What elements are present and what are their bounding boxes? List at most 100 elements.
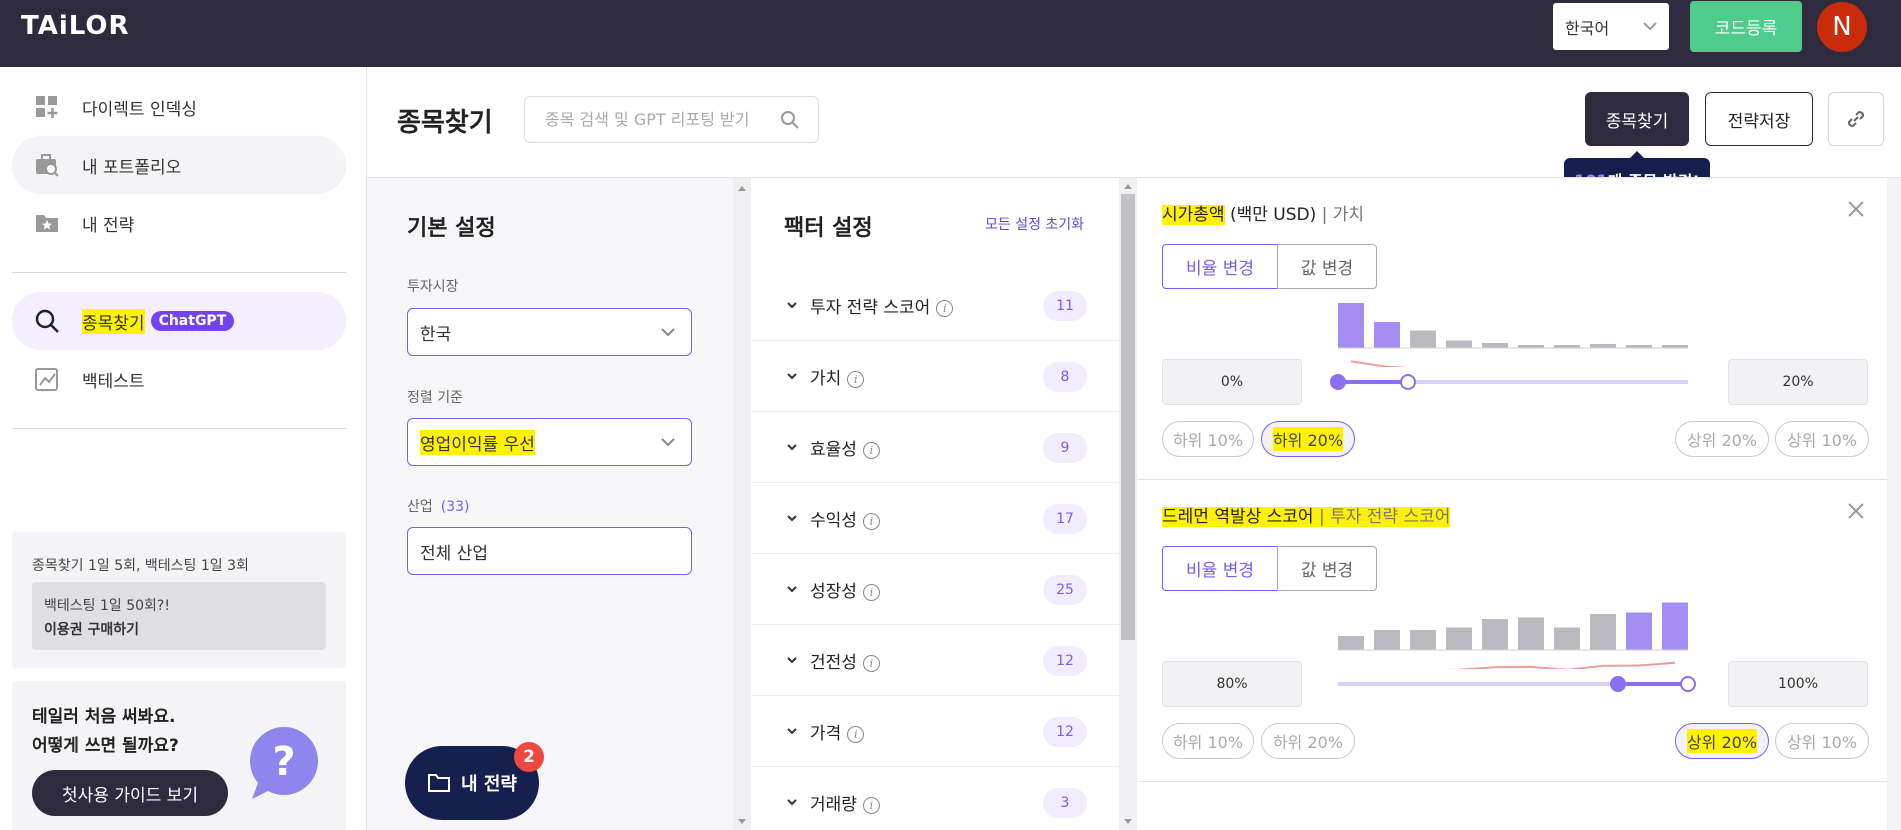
chevron-down-icon	[787, 799, 797, 806]
min-value-box[interactable]: 80%	[1162, 661, 1302, 707]
share-link-button[interactable]	[1828, 92, 1884, 146]
top-bar: TAiLOR 한국어 코드등록 N	[0, 0, 1901, 67]
factor-count: 3	[1043, 788, 1087, 818]
factor-row[interactable]: 성장성 i 25	[752, 554, 1119, 625]
factor-name: 가격	[810, 724, 842, 744]
sidebar-item-direct-indexing[interactable]: 다이렉트 인덱싱	[12, 78, 346, 136]
range-slider[interactable]	[1328, 676, 1698, 692]
logo[interactable]: TAiLOR	[21, 11, 130, 41]
bottom-10-chip[interactable]: 하위 10%	[1162, 421, 1254, 457]
industry-select[interactable]: 전체 산업	[407, 527, 692, 575]
bottom-20-chip[interactable]: 하위 20%	[1261, 421, 1355, 457]
factor-row[interactable]: 효율성 i 9	[752, 412, 1119, 483]
top-10-chip[interactable]: 상위 10%	[1775, 723, 1869, 759]
max-value-box[interactable]: 100%	[1728, 661, 1868, 707]
search-input[interactable]	[545, 110, 765, 129]
basic-scrollbar[interactable]	[733, 178, 751, 830]
bottom-10-chip[interactable]: 하위 10%	[1162, 723, 1254, 759]
histogram-bar	[1338, 303, 1364, 348]
cards-scrollbar[interactable]	[1887, 178, 1901, 830]
avatar[interactable]: N	[1817, 2, 1867, 52]
max-value-box[interactable]: 20%	[1728, 359, 1868, 405]
factor-row[interactable]: 가격 i 12	[752, 696, 1119, 767]
language-select[interactable]: 한국어	[1553, 3, 1669, 50]
chevron-down-icon	[787, 302, 797, 309]
scroll-up-icon[interactable]	[733, 182, 751, 194]
histogram-bar	[1554, 627, 1580, 650]
close-icon[interactable]	[1847, 502, 1865, 520]
slider-handle-high[interactable]	[1400, 374, 1416, 390]
sidebar-item-stock-finder[interactable]: 종목찾기 ChatGPT	[12, 292, 346, 350]
language-value: 한국어	[1565, 18, 1610, 38]
buy-pass-link[interactable]: 이용권 구매하기	[44, 622, 139, 638]
min-value-box[interactable]: 0%	[1162, 359, 1302, 405]
factor-name: 건전성	[810, 653, 857, 673]
info-icon[interactable]: i	[862, 654, 880, 672]
scroll-down-icon[interactable]	[733, 816, 751, 828]
slider-handle-high[interactable]	[1680, 676, 1696, 692]
slider-handle-low[interactable]	[1330, 374, 1346, 390]
info-icon[interactable]: i	[847, 370, 865, 388]
search-icon[interactable]	[780, 110, 800, 130]
industry-value: 전체 산업	[420, 543, 488, 564]
chevron-down-icon	[661, 438, 675, 447]
my-strategy-label: 내 전략	[461, 774, 517, 795]
sort-select[interactable]: 영업이익률 우선	[407, 418, 692, 466]
question-bubble-icon: ?	[250, 727, 318, 799]
slider-handle-low[interactable]	[1610, 676, 1626, 692]
info-icon[interactable]: i	[862, 441, 880, 459]
link-icon	[1847, 110, 1865, 128]
factor-name: 거래량	[810, 795, 857, 815]
sidebar-item-my-strategy[interactable]: 내 전략	[12, 194, 346, 252]
first-use-guide-button[interactable]: 첫사용 가이드 보기	[32, 770, 228, 816]
reset-all-link[interactable]: 모든 설정 초기화	[985, 214, 1084, 234]
basic-settings-panel: 기본 설정 투자시장 한국 정렬 기준 영업이익률 우선 산업 (33) 전체 산…	[367, 178, 733, 830]
factor-row[interactable]: 건전성 i 12	[752, 625, 1119, 696]
factor-row[interactable]: 수익성 i 17	[752, 483, 1119, 554]
ratio-change-button[interactable]: 비율 변경	[1162, 244, 1278, 289]
info-icon[interactable]: i	[862, 583, 880, 601]
register-code-button[interactable]: 코드등록	[1690, 1, 1802, 52]
sidebar-item-backtest[interactable]: 백테스트	[12, 350, 346, 408]
top-20-chip[interactable]: 상위 20%	[1675, 421, 1769, 457]
market-select[interactable]: 한국	[407, 308, 692, 356]
factor-scrollbar[interactable]	[1119, 178, 1137, 830]
chip-label: 상위 10%	[1786, 431, 1858, 450]
sidebar-item-label: 백테스트	[82, 371, 145, 392]
chevron-down-icon	[787, 728, 797, 735]
scroll-down-icon[interactable]	[1119, 816, 1137, 828]
histogram-bar	[1626, 612, 1652, 650]
info-icon[interactable]: i	[847, 725, 865, 743]
chip-label: 하위 20%	[1272, 733, 1344, 752]
histogram-bar	[1590, 344, 1616, 348]
search-box[interactable]	[524, 96, 819, 143]
sidebar-item-label: 종목찾기	[82, 308, 145, 334]
save-strategy-button[interactable]: 전략저장	[1705, 92, 1813, 146]
factor-row[interactable]: 투자 전략 스코어 i 11	[752, 270, 1119, 341]
factor-row[interactable]: 거래량 i 3	[752, 767, 1119, 830]
chip-label: 하위 20%	[1272, 427, 1344, 451]
divider	[12, 428, 346, 429]
ratio-change-button[interactable]: 비율 변경	[1162, 546, 1278, 591]
factor-row[interactable]: 가치 i 8	[752, 341, 1119, 412]
card-title-sub: | 투자 전략 스코어	[1313, 507, 1451, 527]
chip-label: 하위 10%	[1172, 431, 1244, 450]
scroll-up-icon[interactable]	[1119, 180, 1137, 192]
top-20-chip[interactable]: 상위 20%	[1675, 723, 1769, 759]
info-icon[interactable]: i	[936, 299, 954, 317]
close-icon[interactable]	[1847, 200, 1865, 218]
info-icon[interactable]: i	[862, 796, 880, 814]
svg-text:?: ?	[272, 739, 295, 785]
info-icon[interactable]: i	[862, 512, 880, 530]
factor-count: 25	[1043, 575, 1087, 605]
scroll-thumb[interactable]	[1121, 194, 1135, 640]
bottom-20-chip[interactable]: 하위 20%	[1261, 723, 1355, 759]
range-slider[interactable]	[1328, 374, 1698, 390]
upgrade-promo[interactable]: 백테스팅 1일 50회?! 이용권 구매하기	[32, 582, 326, 650]
find-stocks-button[interactable]: 종목찾기	[1585, 92, 1689, 146]
top-10-chip[interactable]: 상위 10%	[1775, 421, 1869, 457]
sidebar-item-my-portfolio[interactable]: 내 포트폴리오	[12, 136, 346, 194]
chevron-down-icon	[1643, 22, 1657, 31]
chip-label: 하위 10%	[1172, 733, 1244, 752]
briefcase-search-icon	[34, 152, 60, 178]
